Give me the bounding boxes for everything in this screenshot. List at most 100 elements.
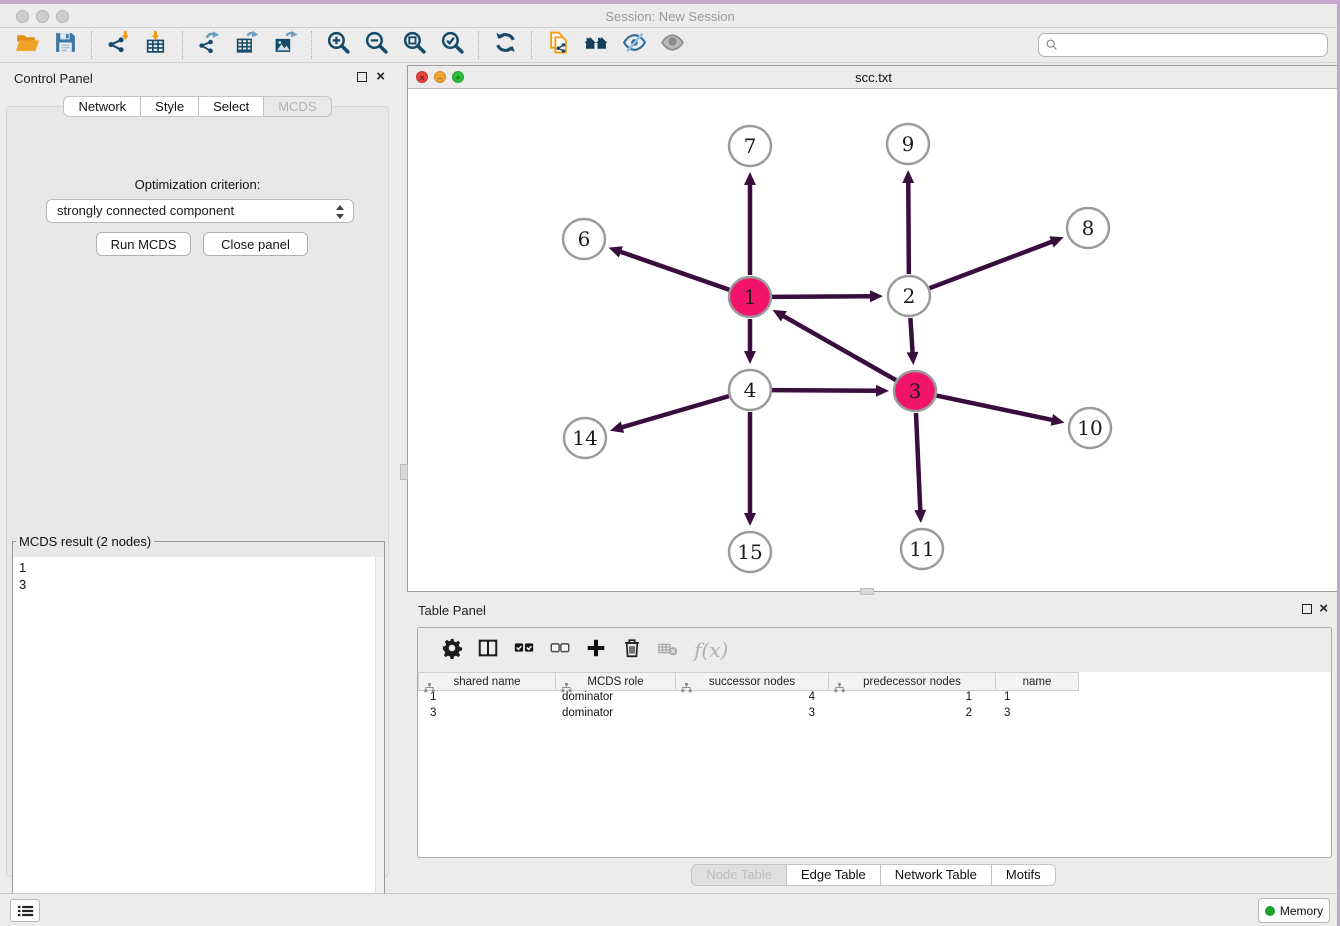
mcds-result-title: MCDS result (2 nodes) [16, 534, 154, 549]
graph-node-label-10: 10 [1077, 416, 1102, 440]
table-toolbar: f(x) [418, 628, 1331, 672]
graph-node-label-8: 8 [1082, 216, 1095, 240]
edge-4-3[interactable] [772, 390, 878, 391]
tab-mcds[interactable]: MCDS [264, 96, 331, 117]
table-cell[interactable]: 3 [996, 707, 1079, 723]
select-all-button[interactable] [506, 632, 542, 668]
tab-edge-table[interactable]: Edge Table [787, 864, 881, 886]
export-table-button[interactable] [230, 30, 264, 60]
hide-selected-icon [622, 30, 647, 60]
close-panel-icon[interactable]: × [376, 68, 385, 86]
run-mcds-button[interactable]: Run MCDS [96, 232, 191, 256]
optimization-dropdown-value: strongly connected component [57, 203, 234, 218]
table-cell[interactable]: 1 [996, 691, 1079, 707]
settings-gear-button[interactable] [434, 632, 470, 668]
table-close-panel-icon[interactable]: × [1319, 600, 1328, 618]
horizontal-splitter-handle[interactable] [860, 588, 874, 595]
mcds-result-area[interactable]: 1 3 [13, 557, 384, 917]
tab-style[interactable]: Style [141, 96, 199, 117]
edge-2-3[interactable] [910, 318, 912, 354]
table-row[interactable]: 3dominator323 [418, 707, 1331, 723]
tab-node-table[interactable]: Node Table [691, 864, 787, 886]
vertical-splitter-handle[interactable] [400, 464, 408, 480]
column-header-name[interactable]: name [996, 672, 1079, 691]
edge-3-11[interactable] [916, 413, 920, 512]
column-header-shared-name[interactable]: shared name [418, 672, 556, 691]
hide-selected-button[interactable] [617, 30, 651, 60]
table-cell[interactable]: dominator [556, 707, 676, 723]
column-header-label: predecessor nodes [863, 676, 961, 688]
mcds-result-lines: 1 3 [19, 559, 26, 593]
table-cell[interactable]: 3 [418, 707, 556, 723]
toolbar-separator [311, 31, 312, 59]
table-cell[interactable]: dominator [556, 691, 676, 707]
column-header-successor-nodes[interactable]: successor nodes [676, 672, 829, 691]
table-cell[interactable]: 4 [676, 691, 829, 707]
tab-network-table[interactable]: Network Table [881, 864, 992, 886]
deselect-all-button[interactable] [542, 632, 578, 668]
save-session-icon [53, 30, 78, 60]
add-column-button[interactable] [578, 632, 614, 668]
float-panel-icon[interactable] [357, 72, 367, 82]
export-network-button[interactable] [192, 30, 226, 60]
memory-button[interactable]: Memory [1258, 898, 1330, 923]
optimization-dropdown[interactable]: strongly connected component [46, 199, 354, 223]
column-header-MCDS-role[interactable]: MCDS role [556, 672, 676, 691]
export-image-button[interactable] [268, 30, 302, 60]
refresh-layout-button[interactable] [488, 30, 522, 60]
table-cell[interactable]: 1 [418, 691, 556, 707]
zoom-fit-button[interactable] [397, 30, 431, 60]
tab-network[interactable]: Network [63, 96, 141, 117]
first-neighbors-button[interactable] [579, 30, 613, 60]
tab-motifs[interactable]: Motifs [992, 864, 1056, 886]
mcds-result-group: MCDS result (2 nodes) 1 3 [12, 534, 385, 918]
export-image-icon [273, 30, 298, 60]
edge-1-2[interactable] [772, 296, 872, 297]
search-input[interactable] [1059, 36, 1327, 54]
edge-1-6[interactable] [619, 251, 729, 290]
edge-2-9[interactable] [908, 181, 909, 274]
table-cell[interactable]: 2 [829, 707, 996, 723]
graph-node-label-2: 2 [903, 284, 916, 308]
zoom-fit-icon [402, 30, 427, 60]
graph-node-label-4: 4 [744, 378, 757, 402]
zoom-in-icon [326, 30, 351, 60]
delete-column-button[interactable] [614, 632, 650, 668]
show-all-button[interactable] [655, 30, 689, 60]
table-cell[interactable]: 1 [829, 691, 996, 707]
refresh-layout-icon [493, 30, 518, 60]
tab-select[interactable]: Select [199, 96, 264, 117]
clone-network-button[interactable] [541, 30, 575, 60]
network-canvas[interactable]: 7968124314101511 [408, 89, 1339, 591]
zoom-in-button[interactable] [321, 30, 355, 60]
control-panel: Control Panel × NetworkStyleSelectMCDS O… [0, 63, 395, 893]
table-float-panel-icon[interactable] [1302, 604, 1312, 614]
toolbar-separator [91, 31, 92, 59]
column-view-button[interactable] [470, 632, 506, 668]
close-panel-button[interactable]: Close panel [203, 232, 308, 256]
import-table-button[interactable] [139, 30, 173, 60]
zoom-out-button[interactable] [359, 30, 393, 60]
open-session-button[interactable] [10, 30, 44, 60]
table-row[interactable]: 1dominator411 [418, 691, 1331, 707]
import-network-button[interactable] [101, 30, 135, 60]
edge-2-8[interactable] [930, 241, 1054, 288]
edge-4-14[interactable] [621, 396, 729, 428]
optimization-criterion-label: Optimization criterion: [7, 177, 388, 192]
column-header-predecessor-nodes[interactable]: predecessor nodes [829, 672, 996, 691]
search-field[interactable] [1038, 33, 1328, 57]
list-icon [17, 904, 34, 918]
table-cell[interactable]: 3 [676, 707, 829, 723]
edge-3-1[interactable] [782, 315, 896, 380]
task-history-button[interactable] [10, 899, 40, 922]
table-body[interactable]: 1dominator4113dominator323 [418, 691, 1331, 723]
chevron-up-down-icon [335, 204, 345, 220]
edge-arrow-3-11 [914, 510, 926, 523]
toolbar-separator [182, 31, 183, 59]
result-scrollbar[interactable] [375, 557, 384, 917]
edge-arrow-4-14 [610, 421, 624, 433]
edge-3-10[interactable] [937, 396, 1054, 421]
zoom-selected-button[interactable] [435, 30, 469, 60]
save-session-button[interactable] [48, 30, 82, 60]
network-window-title: scc.txt [408, 70, 1339, 85]
